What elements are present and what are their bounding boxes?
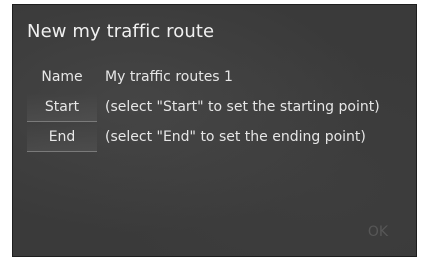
ok-button[interactable]: OK bbox=[358, 220, 398, 244]
start-value: (select "Start" to set the starting poin… bbox=[105, 99, 380, 115]
end-button[interactable]: End bbox=[27, 123, 97, 152]
end-value: (select "End" to set the ending point) bbox=[105, 129, 366, 145]
route-setup-screen: New my traffic route Name My traffic rou… bbox=[12, 4, 417, 257]
start-row: Start (select "Start" to set the startin… bbox=[27, 93, 407, 123]
name-value: My traffic routes 1 bbox=[105, 69, 233, 85]
end-row: End (select "End" to set the ending poin… bbox=[27, 123, 407, 153]
screen-title: New my traffic route bbox=[27, 21, 215, 42]
name-label: Name bbox=[41, 69, 83, 85]
start-button[interactable]: Start bbox=[27, 93, 97, 122]
name-row: Name My traffic routes 1 bbox=[27, 63, 407, 93]
